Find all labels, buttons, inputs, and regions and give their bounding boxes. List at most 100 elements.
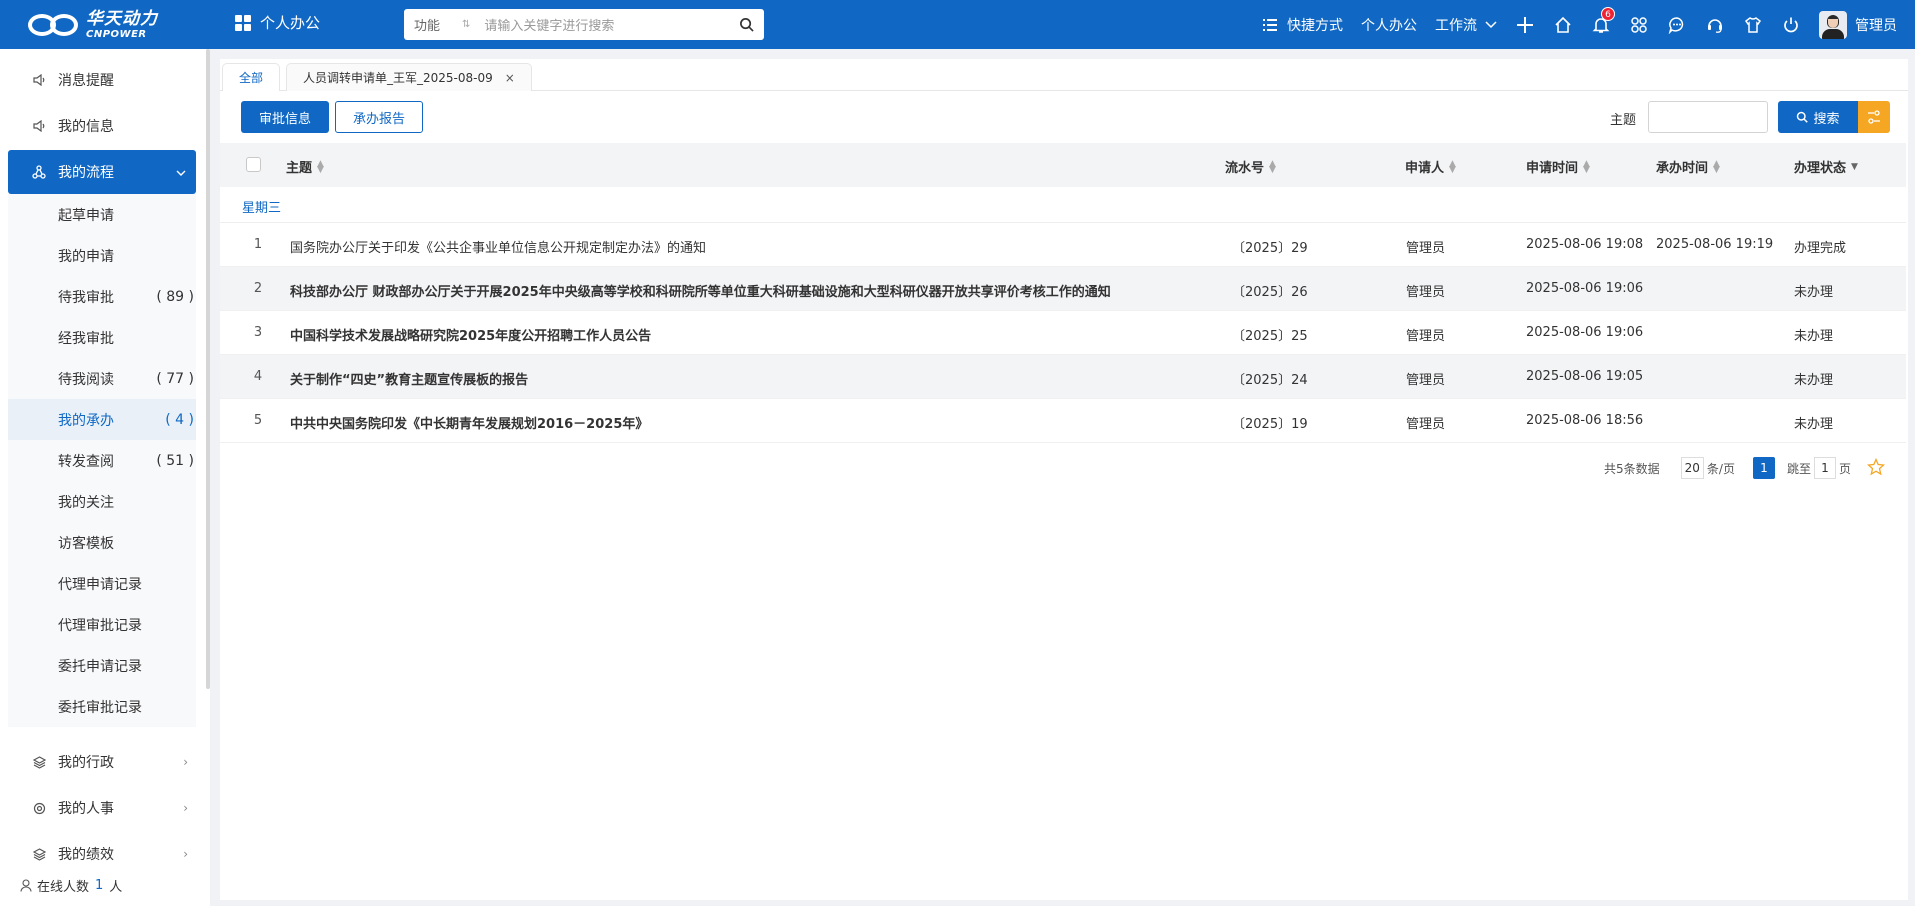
sidebar-scrollbar[interactable] <box>206 49 210 689</box>
page-button-current[interactable]: 1 <box>1752 457 1775 479</box>
sidebar-item-label: 消息提醒 <box>58 73 114 89</box>
table-row[interactable]: 5 中共中央国务院印发《中长期青年发展规划2016－2025年》 〔2025〕1… <box>220 399 1906 443</box>
column-handle-time[interactable]: 承办时间 ▲ ▼ <box>1656 157 1720 176</box>
module-switcher[interactable]: 个人办公 <box>235 12 320 33</box>
sidebar-item-my-follows[interactable]: 我的关注 <box>8 481 196 522</box>
sidebar-item-forwarded[interactable]: 转发查阅 ( 51 ) <box>8 440 196 481</box>
sidebar-item-my-applications[interactable]: 我的申请 <box>8 235 196 276</box>
row-index: 4 <box>253 369 263 384</box>
sidebar-item-label: 我的申请 <box>58 248 114 265</box>
sidebar-item-label: 我的信息 <box>58 119 114 135</box>
power-icon[interactable] <box>1781 15 1801 35</box>
column-serial[interactable]: 流水号 ▲ ▼ <box>1225 157 1276 176</box>
search-button[interactable]: 搜索 <box>1778 101 1858 133</box>
row-subject[interactable]: 国务院办公厅关于印发《公共企事业单位信息公开规定制定办法》的通知 <box>290 237 706 256</box>
sidebar-item-delegate-apply-log[interactable]: 委托申请记录 <box>8 645 196 686</box>
row-subject[interactable]: 关于制作“四史”教育主题宣传展板的报告 <box>290 369 528 388</box>
table-header: 主题 ▲ ▼ 流水号 ▲ ▼ 申请人 ▲ ▼ 申请时间 ▲ ▼ 承办时间 ▲ ▼ 办理状态 ▼ <box>220 143 1906 187</box>
gear-icon <box>32 801 46 815</box>
sidebar-item-draft[interactable]: 起草申请 <box>8 194 196 235</box>
row-subject[interactable]: 科技部办公厅 财政部办公厅关于开展2025年中央级高等学校和科研院所等单位重大科… <box>290 281 1111 300</box>
support-icon[interactable] <box>1705 15 1725 35</box>
sidebar-item-my-handling[interactable]: 我的承办 ( 4 ) <box>8 399 196 440</box>
column-apply-time[interactable]: 申请时间 ▲ ▼ <box>1526 157 1590 176</box>
pagination: 共5条数据 20 条/页 1 跳至 1 页 <box>1604 456 1886 480</box>
shortcuts-menu[interactable]: 快捷方式 <box>1263 15 1343 35</box>
sidebar-group-label: 我的人事 <box>58 801 114 817</box>
sidebar-item-proxy-approve-log[interactable]: 代理审批记录 <box>8 604 196 645</box>
swap-icon: ⇅ <box>462 19 471 30</box>
online-users[interactable]: 在线人数 1 人 <box>20 876 122 895</box>
sidebar-item-pending-read[interactable]: 待我阅读 ( 77 ) <box>8 358 196 399</box>
table-row[interactable]: 3 中国科学技术发展战略研究院2025年度公开招聘工作人员公告 〔2025〕25… <box>220 311 1906 355</box>
sidebar-item-delegate-approve-log[interactable]: 委托审批记录 <box>8 686 196 727</box>
table-row[interactable]: 2 科技部办公厅 财政部办公厅关于开展2025年中央级高等学校和科研院所等单位重… <box>220 267 1906 311</box>
handling-report-button[interactable]: 承办报告 <box>335 101 423 133</box>
column-status[interactable]: 办理状态 ▼ <box>1794 157 1858 176</box>
user-name[interactable]: 管理员 <box>1855 15 1897 35</box>
column-applicant[interactable]: 申请人 ▲ ▼ <box>1405 157 1456 176</box>
notification-badge: 6 <box>1601 6 1615 21</box>
nav-personal-office[interactable]: 个人办公 <box>1361 15 1417 35</box>
apps-icon[interactable] <box>1629 15 1649 35</box>
jump-label: 跳至 <box>1786 461 1811 476</box>
sidebar-group-label: 我的行政 <box>58 755 114 771</box>
approval-info-button[interactable]: 审批信息 <box>241 101 329 133</box>
page-size-select[interactable]: 20 <box>1680 457 1704 479</box>
sidebar-group-label: 我的绩效 <box>58 847 114 863</box>
user-icon <box>20 879 32 892</box>
total-count: 共5条数据 <box>1604 461 1660 476</box>
count-badge: ( 89 ) <box>156 288 194 305</box>
home-icon[interactable] <box>1553 15 1573 35</box>
chevron-right-icon: › <box>183 755 188 769</box>
speaker-icon <box>32 119 46 133</box>
sidebar-group-hr[interactable]: 我的人事 › <box>0 785 200 831</box>
sidebar-item-proxy-apply-log[interactable]: 代理申请记录 <box>8 563 196 604</box>
nav-workflow[interactable]: 工作流 <box>1435 15 1497 35</box>
star-icon[interactable] <box>1866 457 1886 479</box>
main-panel: 全部 人员调转申请单_王军_2025-08-09 × 审批信息 承办报告 主题 … <box>220 59 1908 900</box>
filter-icon <box>1868 110 1880 124</box>
select-all-checkbox[interactable] <box>246 157 261 172</box>
row-subject[interactable]: 中国科学技术发展战略研究院2025年度公开招聘工作人员公告 <box>290 325 651 344</box>
jump-page-input[interactable]: 1 <box>1813 457 1836 479</box>
row-subject[interactable]: 中共中央国务院印发《中长期青年发展规划2016－2025年》 <box>290 413 648 432</box>
row-applicant: 管理员 <box>1406 329 1446 344</box>
column-subject[interactable]: 主题 ▲ ▼ <box>286 157 324 176</box>
logo-mark <box>28 12 80 38</box>
search-input[interactable]: 请输入关键字进行搜索 <box>484 15 728 34</box>
sidebar-item-visitor-template[interactable]: 访客模板 <box>8 522 196 563</box>
subject-filter-input[interactable] <box>1648 101 1768 133</box>
shirt-icon[interactable] <box>1743 15 1763 35</box>
sidebar-item-pending-approval[interactable]: 待我审批 ( 89 ) <box>8 276 196 317</box>
sidebar-group-admin[interactable]: 我的行政 › <box>0 739 200 785</box>
bell-icon[interactable]: 6 <box>1591 6 1615 35</box>
sidebar-group-my-workflow[interactable]: 我的流程 <box>8 150 196 194</box>
sidebar-item-messages[interactable]: 消息提醒 <box>0 57 200 103</box>
subject-filter-label: 主题 <box>1610 113 1637 128</box>
count-badge: ( 4 ) <box>165 411 194 428</box>
sidebar-item-my-info[interactable]: 我的信息 <box>0 103 200 149</box>
row-applicant: 管理员 <box>1406 373 1446 388</box>
grid-icon <box>235 14 251 31</box>
plus-icon[interactable] <box>1515 15 1535 35</box>
sidebar-item-approved-by-me[interactable]: 经我审批 <box>8 317 196 358</box>
avatar[interactable] <box>1819 10 1847 39</box>
search-scope-select[interactable]: 功能 <box>404 15 462 34</box>
table-row[interactable]: 1 国务院办公厅关于印发《公共企事业单位信息公开规定制定办法》的通知 〔2025… <box>220 223 1906 267</box>
search-icon[interactable] <box>728 17 764 32</box>
filter-options-button[interactable] <box>1858 101 1890 133</box>
top-bar: 华天动力 CNPOWER 个人办公 功能 ⇅ 请输入关键字进行搜索 快捷方式 个… <box>0 0 1915 49</box>
close-icon[interactable]: × <box>505 71 515 85</box>
sidebar-item-label: 访客模板 <box>58 535 114 552</box>
sidebar-group-performance[interactable]: 我的绩效 › <box>0 831 200 877</box>
chat-icon[interactable] <box>1667 15 1687 35</box>
online-count: 1 <box>95 878 104 893</box>
brand-logo[interactable]: 华天动力 CNPOWER <box>28 8 163 42</box>
page-unit-label: 页 <box>1838 461 1851 476</box>
tab-transfer-request[interactable]: 人员调转申请单_王军_2025-08-09 × <box>286 63 532 91</box>
tab-all[interactable]: 全部 <box>222 63 281 91</box>
row-apply-time: 2025-08-06 18:56 <box>1526 413 1644 428</box>
speaker-icon <box>32 73 46 87</box>
table-row[interactable]: 4 关于制作“四史”教育主题宣传展板的报告 〔2025〕24 管理员 2025-… <box>220 355 1906 399</box>
